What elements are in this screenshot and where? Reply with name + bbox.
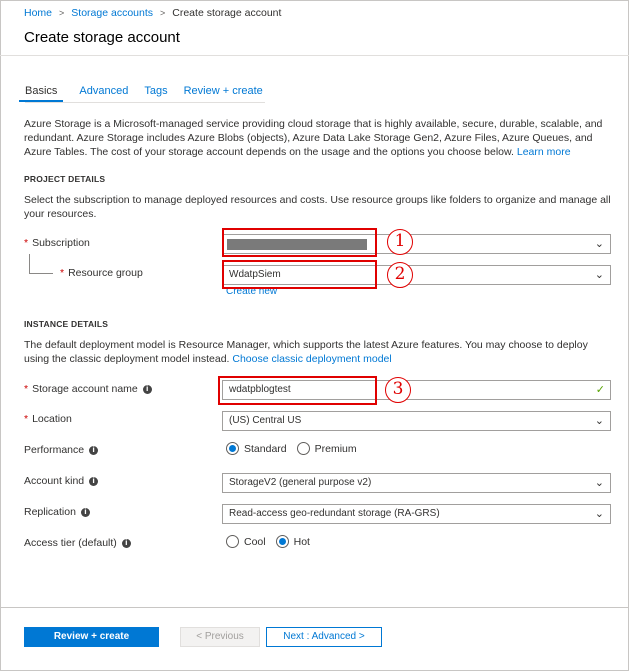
page-title: Create storage account <box>24 29 180 46</box>
storage-account-name-label: * Storage account name i <box>24 383 152 395</box>
breadcrumb-home-link[interactable]: Home <box>24 7 52 19</box>
performance-option-premium[interactable]: Premium <box>296 442 357 455</box>
storage-account-name-label-text: Storage account name <box>32 383 138 395</box>
tab-basics[interactable]: Basics <box>19 85 64 102</box>
info-icon[interactable]: i <box>80 507 90 517</box>
info-icon[interactable]: i <box>89 445 99 455</box>
tree-connector <box>29 254 30 273</box>
header-divider <box>0 55 629 56</box>
radio-selected-dot <box>278 538 286 545</box>
required-asterisk: * <box>60 267 65 279</box>
location-label: * Location <box>24 413 72 425</box>
radio-button-selected[interactable] <box>275 535 289 548</box>
learn-more-link[interactable]: Learn more <box>517 146 571 158</box>
performance-option-standard[interactable]: Standard <box>226 442 287 455</box>
performance-radio-group: Standard Premium <box>226 442 367 455</box>
location-label-text: Location <box>32 413 72 425</box>
replication-label-text: Replication <box>24 506 76 518</box>
breadcrumb-storage-accounts-link[interactable]: Storage accounts <box>71 7 153 19</box>
replication-value: Read-access geo-redundant storage (RA-GR… <box>229 508 440 519</box>
info-icon[interactable]: i <box>121 538 131 548</box>
chevron-down-icon: ⌄ <box>594 508 604 520</box>
annotation-box-storage-name <box>218 376 377 405</box>
intro-description: Azure Storage is a Microsoft-managed ser… <box>24 117 614 159</box>
access-tier-label: Access tier (default) i <box>24 537 131 549</box>
chevron-down-icon: ⌄ <box>594 477 604 489</box>
account-kind-label-text: Account kind <box>24 475 85 487</box>
tree-connector <box>29 273 53 274</box>
performance-label-text: Performance <box>24 444 85 456</box>
performance-standard-label: Standard <box>244 442 287 455</box>
account-kind-value: StorageV2 (general purpose v2) <box>229 477 372 488</box>
access-tier-hot-label: Hot <box>293 535 310 548</box>
info-icon[interactable]: i <box>142 384 152 394</box>
tab-tags[interactable]: Tags <box>144 85 167 102</box>
tabs-divider <box>25 102 265 103</box>
classic-deployment-link[interactable]: Choose classic deployment model <box>232 353 391 365</box>
previous-button[interactable]: < Previous <box>180 627 260 647</box>
required-asterisk: * <box>24 237 29 249</box>
location-dropdown[interactable]: (US) Central US ⌄ <box>222 411 611 431</box>
subscription-label-text: Subscription <box>32 237 90 249</box>
subscription-label: * Subscription <box>24 237 90 249</box>
account-kind-label: Account kind i <box>24 475 99 487</box>
instance-details-description: The default deployment model is Resource… <box>24 338 614 366</box>
chevron-down-icon: ⌄ <box>594 415 604 427</box>
account-kind-dropdown[interactable]: StorageV2 (general purpose v2) ⌄ <box>222 473 611 493</box>
next-advanced-button[interactable]: Next : Advanced > <box>266 627 382 647</box>
access-tier-cool-label: Cool <box>244 535 266 548</box>
breadcrumb: Home > Storage accounts > Create storage… <box>24 7 281 19</box>
performance-premium-label: Premium <box>314 442 357 455</box>
radio-selected-dot <box>229 445 236 452</box>
breadcrumb-separator-icon: > <box>160 8 166 18</box>
replication-dropdown[interactable]: Read-access geo-redundant storage (RA-GR… <box>222 504 611 524</box>
checkmark-icon: ✓ <box>595 384 605 396</box>
access-tier-option-hot[interactable]: Hot <box>275 535 310 548</box>
intro-text: Azure Storage is a Microsoft-managed ser… <box>24 118 603 158</box>
radio-button[interactable] <box>226 535 239 548</box>
project-details-heading: PROJECT DETAILS <box>24 174 106 184</box>
annotation-box-subscription <box>222 228 377 257</box>
project-details-description: Select the subscription to manage deploy… <box>24 194 611 220</box>
instance-details-heading: INSTANCE DETAILS <box>24 319 109 329</box>
annotation-number-1: 1 <box>387 229 413 255</box>
info-icon[interactable]: i <box>89 476 99 486</box>
annotation-number-3: 3 <box>385 377 411 403</box>
access-tier-option-cool[interactable]: Cool <box>226 535 266 548</box>
replication-label: Replication i <box>24 506 90 518</box>
performance-label: Performance i <box>24 444 99 456</box>
resource-group-label-text: Resource group <box>68 267 143 279</box>
required-asterisk: * <box>24 413 29 425</box>
tab-advanced[interactable]: Advanced <box>79 85 128 102</box>
radio-button-selected[interactable] <box>226 442 239 455</box>
access-tier-radio-group: Cool Hot <box>226 535 320 548</box>
breadcrumb-separator-icon: > <box>59 8 65 18</box>
footer-divider <box>0 607 629 608</box>
resource-group-label: * Resource group <box>60 267 143 279</box>
annotation-box-resource-group <box>222 260 377 289</box>
required-asterisk: * <box>24 383 29 395</box>
breadcrumb-current: Create storage account <box>172 7 282 19</box>
annotation-number-2: 2 <box>387 262 413 288</box>
radio-button[interactable] <box>296 442 310 455</box>
tab-review-create[interactable]: Review + create <box>184 85 263 102</box>
access-tier-label-text: Access tier (default) <box>24 537 117 549</box>
chevron-down-icon: ⌄ <box>594 269 604 281</box>
tab-bar: Basics Advanced Tags Review + create <box>19 85 279 102</box>
review-create-button[interactable]: Review + create <box>24 627 159 647</box>
location-value: (US) Central US <box>229 415 302 426</box>
chevron-down-icon: ⌄ <box>594 238 604 250</box>
